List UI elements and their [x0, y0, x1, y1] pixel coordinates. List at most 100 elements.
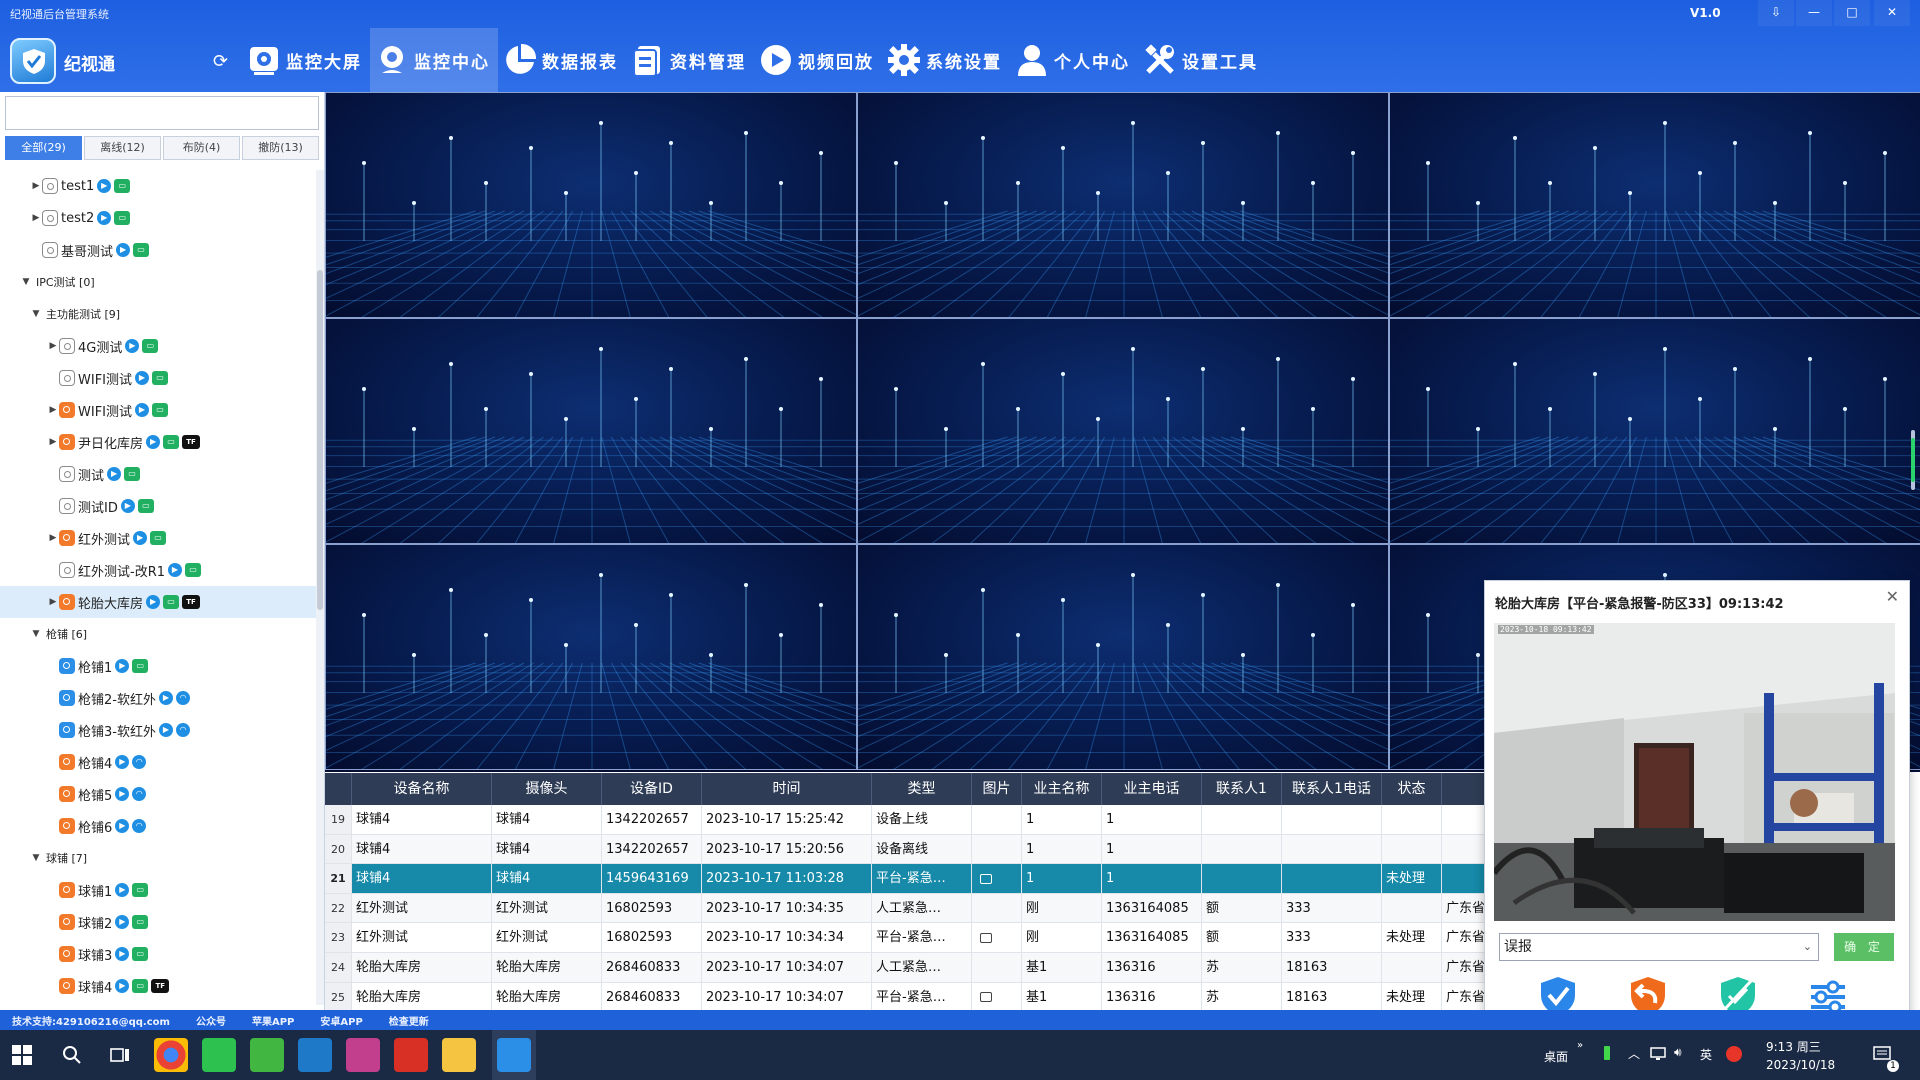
caret-right-icon[interactable]: ▶ [30, 181, 42, 191]
column-header[interactable]: 设备名称 [352, 773, 492, 805]
caret-right-icon[interactable]: ▶ [47, 533, 59, 543]
ime-lang-indicator[interactable]: 英 [1700, 1046, 1712, 1063]
link-ios-app[interactable]: 苹果APP [252, 1013, 294, 1028]
volume-slider[interactable] [1908, 430, 1918, 490]
nav-data-management[interactable]: 资料管理 [626, 28, 754, 92]
caret-down-icon[interactable]: ▼ [20, 277, 32, 287]
wechat-icon[interactable] [202, 1038, 236, 1072]
tree-item[interactable]: ▶ WIFI测试 ▶ ▭ [0, 394, 316, 426]
table-row[interactable]: 24 轮胎大库房 轮胎大库房 268460833 2023-10-17 10:34:07… [325, 953, 1485, 983]
maximize-button[interactable]: □ [1834, 0, 1870, 26]
tree-item[interactable]: 红外测试-改R1 ▶ ▭ [0, 554, 316, 586]
tree-item[interactable]: ▶ 红外测试 ▶ ▭ [0, 522, 316, 554]
column-header[interactable] [325, 773, 352, 805]
column-header[interactable]: 设备ID [602, 773, 702, 805]
refresh-icon[interactable]: ⟳ [213, 51, 228, 72]
tree-item[interactable]: 测试ID ▶ ▭ [0, 490, 316, 522]
tree-item[interactable]: ▶ test1 ▶ ▭ [0, 170, 316, 202]
link-official-account[interactable]: 公众号 [196, 1013, 226, 1028]
volume-icon[interactable]: 🔊︎ [1674, 1045, 1682, 1060]
tree-item[interactable]: 枪铺2-软红外 ▶ ◠ [0, 682, 316, 714]
caret-right-icon[interactable]: ▶ [47, 341, 59, 351]
tree-item[interactable]: 枪铺3-软红外 ▶ ◠ [0, 714, 316, 746]
close-icon[interactable]: ✕ [1886, 587, 1899, 606]
table-row[interactable]: 25 轮胎大库房 轮胎大库房 268460833 2023-10-17 10:34:07… [325, 982, 1485, 1010]
column-header[interactable]: 联系人1 [1202, 773, 1282, 805]
video-tile[interactable] [325, 92, 857, 318]
column-header[interactable]: 业主名称 [1022, 773, 1102, 805]
link-android-app[interactable]: 安卓APP [320, 1013, 362, 1028]
video-tile[interactable] [857, 92, 1389, 318]
tree-item[interactable]: 球铺3 ▶ ▭ [0, 938, 316, 970]
tree-item[interactable]: 球铺4 ▶ ▭ TF [0, 970, 316, 1002]
desktop-label[interactable]: 桌面 [1544, 1048, 1568, 1065]
windows-start-icon[interactable] [12, 1045, 32, 1065]
nav-system-settings[interactable]: 系统设置 [882, 28, 1010, 92]
column-header[interactable]: 联系人1电话 [1282, 773, 1382, 805]
tray-expand-icon[interactable]: ︿ [1628, 1045, 1640, 1062]
tree-item[interactable]: 球铺2 ▶ ▭ [0, 906, 316, 938]
tree-item[interactable]: ▼ 球铺 [7] [0, 842, 316, 874]
column-header[interactable]: 图片 [972, 773, 1022, 805]
column-header[interactable]: 业主电话 [1102, 773, 1202, 805]
jetbrains-icon[interactable] [346, 1038, 380, 1072]
image-icon[interactable] [980, 932, 992, 943]
tree-item[interactable]: ▶ 4G测试 ▶ ▭ [0, 330, 316, 362]
device-search-input[interactable] [5, 96, 319, 130]
minimize-button[interactable]: — [1796, 0, 1832, 26]
nav-monitor-center[interactable]: 监控中心 [370, 28, 498, 92]
image-icon[interactable] [980, 873, 992, 884]
tree-item[interactable]: ▶ test2 ▶ ▭ [0, 202, 316, 234]
jishitong-app-icon[interactable] [497, 1038, 531, 1072]
chrome-icon[interactable] [154, 1038, 188, 1072]
nav-data-report[interactable]: 数据报表 [498, 28, 626, 92]
video-tile[interactable] [1389, 92, 1920, 318]
close-button[interactable]: ✕ [1874, 0, 1910, 26]
caret-down-icon[interactable]: ▼ [30, 853, 42, 863]
tree-item[interactable]: 基哥测试 ▶ ▭ [0, 234, 316, 266]
caret-right-icon[interactable]: ▶ [30, 213, 42, 223]
nav-personal-center[interactable]: 个人中心 [1010, 28, 1138, 92]
search-icon[interactable] [62, 1045, 82, 1065]
video-tile[interactable] [1389, 318, 1920, 544]
chevron-icon[interactable]: » [1577, 1040, 1583, 1051]
caret-down-icon[interactable]: ▼ [30, 629, 42, 639]
tree-item[interactable]: 枪铺5 ▶ ◠ [0, 778, 316, 810]
video-tile[interactable] [857, 318, 1389, 544]
column-header[interactable]: 类型 [872, 773, 972, 805]
tab-offline[interactable]: 离线(12) [84, 136, 161, 160]
nav-monitor-screen[interactable]: 监控大屏 [242, 28, 370, 92]
tree-item[interactable]: 球铺1 ▶ ▭ [0, 874, 316, 906]
scrollbar-thumb[interactable] [317, 270, 323, 610]
tree-item[interactable]: ▼ 枪铺 [6] [0, 618, 316, 650]
column-header[interactable] [1442, 773, 1485, 805]
tab-all[interactable]: 全部(29) [5, 136, 82, 160]
video-tile[interactable] [325, 318, 857, 544]
tree-item[interactable]: ▶ 轮胎大库房 ▶ ▭ TF [0, 586, 316, 618]
table-row[interactable]: 22 红外测试 红外测试 16802593 2023-10-17 10:34:35 人工紧… [325, 893, 1485, 924]
tree-item[interactable]: ▶ 尹日化库房 ▶ ▭ TF [0, 426, 316, 458]
vscode-icon[interactable] [298, 1038, 332, 1072]
sidebar-scrollbar[interactable] [316, 170, 324, 1005]
table-row[interactable]: 19 球铺4 球铺4 1342202657 2023-10-17 15:25:42 设备上… [325, 805, 1485, 835]
clock-time[interactable]: 9:13 周三 [1766, 1038, 1821, 1055]
tree-item[interactable]: 枪铺4 ▶ ◠ [0, 746, 316, 778]
table-row[interactable]: 20 球铺4 球铺4 1342202657 2023-10-17 15:20:56 设备离… [325, 834, 1485, 865]
tree-item[interactable]: ▼ 主功能测试 [9] [0, 298, 316, 330]
sogou-input-icon[interactable] [1726, 1046, 1742, 1062]
network-icon[interactable] [1650, 1047, 1666, 1061]
nav-setup-tools[interactable]: 设置工具 [1138, 28, 1266, 92]
caret-right-icon[interactable]: ▶ [47, 597, 59, 607]
column-header[interactable]: 摄像头 [492, 773, 602, 805]
file-explorer-icon[interactable] [442, 1038, 476, 1072]
tab-armed[interactable]: 布防(4) [163, 136, 240, 160]
nav-video-playback[interactable]: 视频回放 [754, 28, 882, 92]
tree-item[interactable]: 枪铺6 ▶ ◠ [0, 810, 316, 842]
alarm-result-select[interactable]: 误报 ⌄ [1499, 933, 1819, 961]
tree-item[interactable]: ▼ IPC测试 [0] [0, 266, 316, 298]
video-tile[interactable] [325, 544, 857, 770]
caret-right-icon[interactable]: ▶ [47, 405, 59, 415]
column-header[interactable]: 时间 [702, 773, 872, 805]
pin-button[interactable]: ⇩ [1758, 0, 1794, 26]
confirm-button[interactable]: 确 定 [1834, 933, 1894, 961]
